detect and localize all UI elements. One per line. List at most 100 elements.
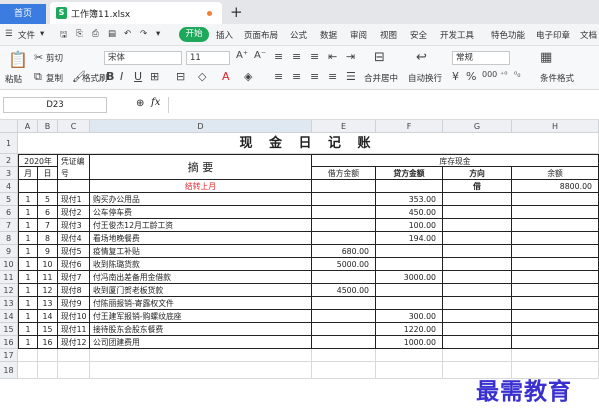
row-header[interactable]: 18 (0, 362, 18, 379)
entry-voucher[interactable]: 现付1 (58, 193, 90, 206)
entry-voucher[interactable]: 现付5 (58, 245, 90, 258)
entry-balance[interactable] (512, 284, 599, 297)
print-preview-icon[interactable]: ▤ (108, 29, 116, 39)
cell-empty[interactable] (312, 180, 376, 193)
row-header[interactable]: 6 (0, 206, 18, 219)
align-bottom-icon[interactable]: ≡ (310, 50, 319, 63)
tab-home[interactable]: 首页 (0, 4, 46, 24)
header-year[interactable]: 2020年 (18, 154, 58, 167)
entry-voucher[interactable]: 现付12 (58, 336, 90, 349)
shrink-font-icon[interactable]: A⁻ (254, 50, 266, 61)
outdent-icon[interactable]: ⇥ (346, 50, 355, 63)
column-header-c[interactable]: C (58, 120, 90, 133)
entry-month[interactable]: 1 (18, 297, 38, 310)
fill-color-icon[interactable]: ◇ (198, 70, 206, 83)
cell-empty[interactable] (312, 349, 376, 362)
entry-balance[interactable] (512, 206, 599, 219)
entry-debit[interactable] (312, 206, 376, 219)
entry-voucher[interactable]: 现付4 (58, 232, 90, 245)
carry-over-balance[interactable]: 8800.00 (512, 180, 599, 193)
entry-voucher[interactable]: 现付9 (58, 297, 90, 310)
entry-summary[interactable]: 收到陈璐货款 (90, 258, 312, 271)
redo-icon[interactable]: ↷ (140, 29, 147, 39)
merge-icon[interactable]: ⊟ (176, 70, 185, 83)
entry-day[interactable]: 9 (38, 245, 58, 258)
underline-icon[interactable]: U (134, 70, 142, 83)
align-center-icon[interactable]: ≡ (292, 70, 301, 83)
menu-formulas[interactable]: 公式 (290, 29, 307, 41)
header-voucher[interactable]: 凭证编号 (58, 154, 90, 180)
new-tab-plus-icon[interactable]: + (230, 3, 243, 21)
decrease-decimal-icon[interactable]: ⁰₀ (514, 70, 520, 79)
entry-day[interactable]: 7 (38, 219, 58, 232)
entry-balance[interactable] (512, 310, 599, 323)
print-icon[interactable]: ⎙ (92, 29, 99, 39)
entry-direction[interactable] (443, 310, 512, 323)
menu-document[interactable]: 文档 (580, 29, 597, 41)
entry-day[interactable]: 12 (38, 284, 58, 297)
entry-month[interactable]: 1 (18, 206, 38, 219)
menu-review[interactable]: 审阅 (350, 29, 367, 41)
row-header[interactable]: 8 (0, 232, 18, 245)
entry-debit[interactable] (312, 310, 376, 323)
align-left-icon[interactable]: ≡ (274, 70, 283, 83)
paste-icon[interactable]: 📋 (8, 50, 28, 69)
entry-debit[interactable] (312, 232, 376, 245)
entry-direction[interactable] (443, 297, 512, 310)
save-icon[interactable]: 🖫 (60, 29, 67, 43)
entry-summary[interactable]: 购买办公用品 (90, 193, 312, 206)
header-balance[interactable]: 余额 (512, 167, 599, 180)
entry-month[interactable]: 1 (18, 258, 38, 271)
entry-month[interactable]: 1 (18, 232, 38, 245)
entry-voucher[interactable]: 现付6 (58, 258, 90, 271)
entry-debit[interactable] (312, 271, 376, 284)
thousands-icon[interactable]: 000 (482, 70, 497, 79)
cell-empty[interactable] (312, 362, 376, 379)
entry-summary[interactable]: 付王俊杰12月工龄工资 (90, 219, 312, 232)
entry-credit[interactable] (376, 284, 443, 297)
column-header-d[interactable]: D (90, 120, 312, 133)
header-credit[interactable]: 贷方金额 (376, 167, 443, 180)
entry-credit[interactable]: 353.00 (376, 193, 443, 206)
entry-balance[interactable] (512, 336, 599, 349)
row-header[interactable]: 10 (0, 258, 18, 271)
entry-direction[interactable] (443, 336, 512, 349)
cell-empty[interactable] (38, 180, 58, 193)
font-size-select[interactable]: 11 (186, 51, 230, 65)
row-header[interactable]: 3 (0, 167, 18, 180)
entry-debit[interactable] (312, 336, 376, 349)
row-header[interactable]: 4 (0, 180, 18, 193)
entry-balance[interactable] (512, 193, 599, 206)
row-header[interactable]: 15 (0, 323, 18, 336)
entry-voucher[interactable]: 现付8 (58, 284, 90, 297)
entry-month[interactable]: 1 (18, 310, 38, 323)
entry-day[interactable]: 8 (38, 232, 58, 245)
align-right-icon[interactable]: ≡ (310, 70, 319, 83)
header-cash[interactable]: 库存现金 (312, 154, 599, 167)
table-style-icon[interactable]: ▦ (540, 50, 552, 65)
cut-button[interactable]: 剪切 (46, 52, 63, 64)
cell-empty[interactable] (376, 362, 443, 379)
entry-balance[interactable] (512, 245, 599, 258)
chevron-down-icon[interactable]: ▾ (156, 29, 160, 39)
entry-voucher[interactable]: 现付2 (58, 206, 90, 219)
entry-balance[interactable] (512, 219, 599, 232)
column-header-a[interactable]: A (18, 120, 38, 133)
entry-balance[interactable] (512, 258, 599, 271)
formula-input[interactable] (168, 97, 599, 113)
merge-center-icon[interactable]: ⊟ (374, 50, 385, 65)
paste-button[interactable]: 粘贴 (5, 73, 22, 85)
cell-empty[interactable] (376, 349, 443, 362)
cell-empty[interactable] (443, 349, 512, 362)
cell-empty[interactable] (38, 349, 58, 362)
entry-balance[interactable] (512, 323, 599, 336)
cell-empty[interactable] (58, 180, 90, 193)
entry-credit[interactable]: 1220.00 (376, 323, 443, 336)
name-box[interactable]: D23 (3, 97, 107, 113)
entry-debit[interactable] (312, 193, 376, 206)
carry-over-label[interactable]: 结转上月 (90, 180, 312, 193)
zoom-icon[interactable]: ⊕ (136, 98, 144, 109)
row-header[interactable]: 1 (0, 133, 18, 154)
entry-summary[interactable]: 看场地晚餐费 (90, 232, 312, 245)
number-format-select[interactable]: 常规 (452, 51, 510, 65)
